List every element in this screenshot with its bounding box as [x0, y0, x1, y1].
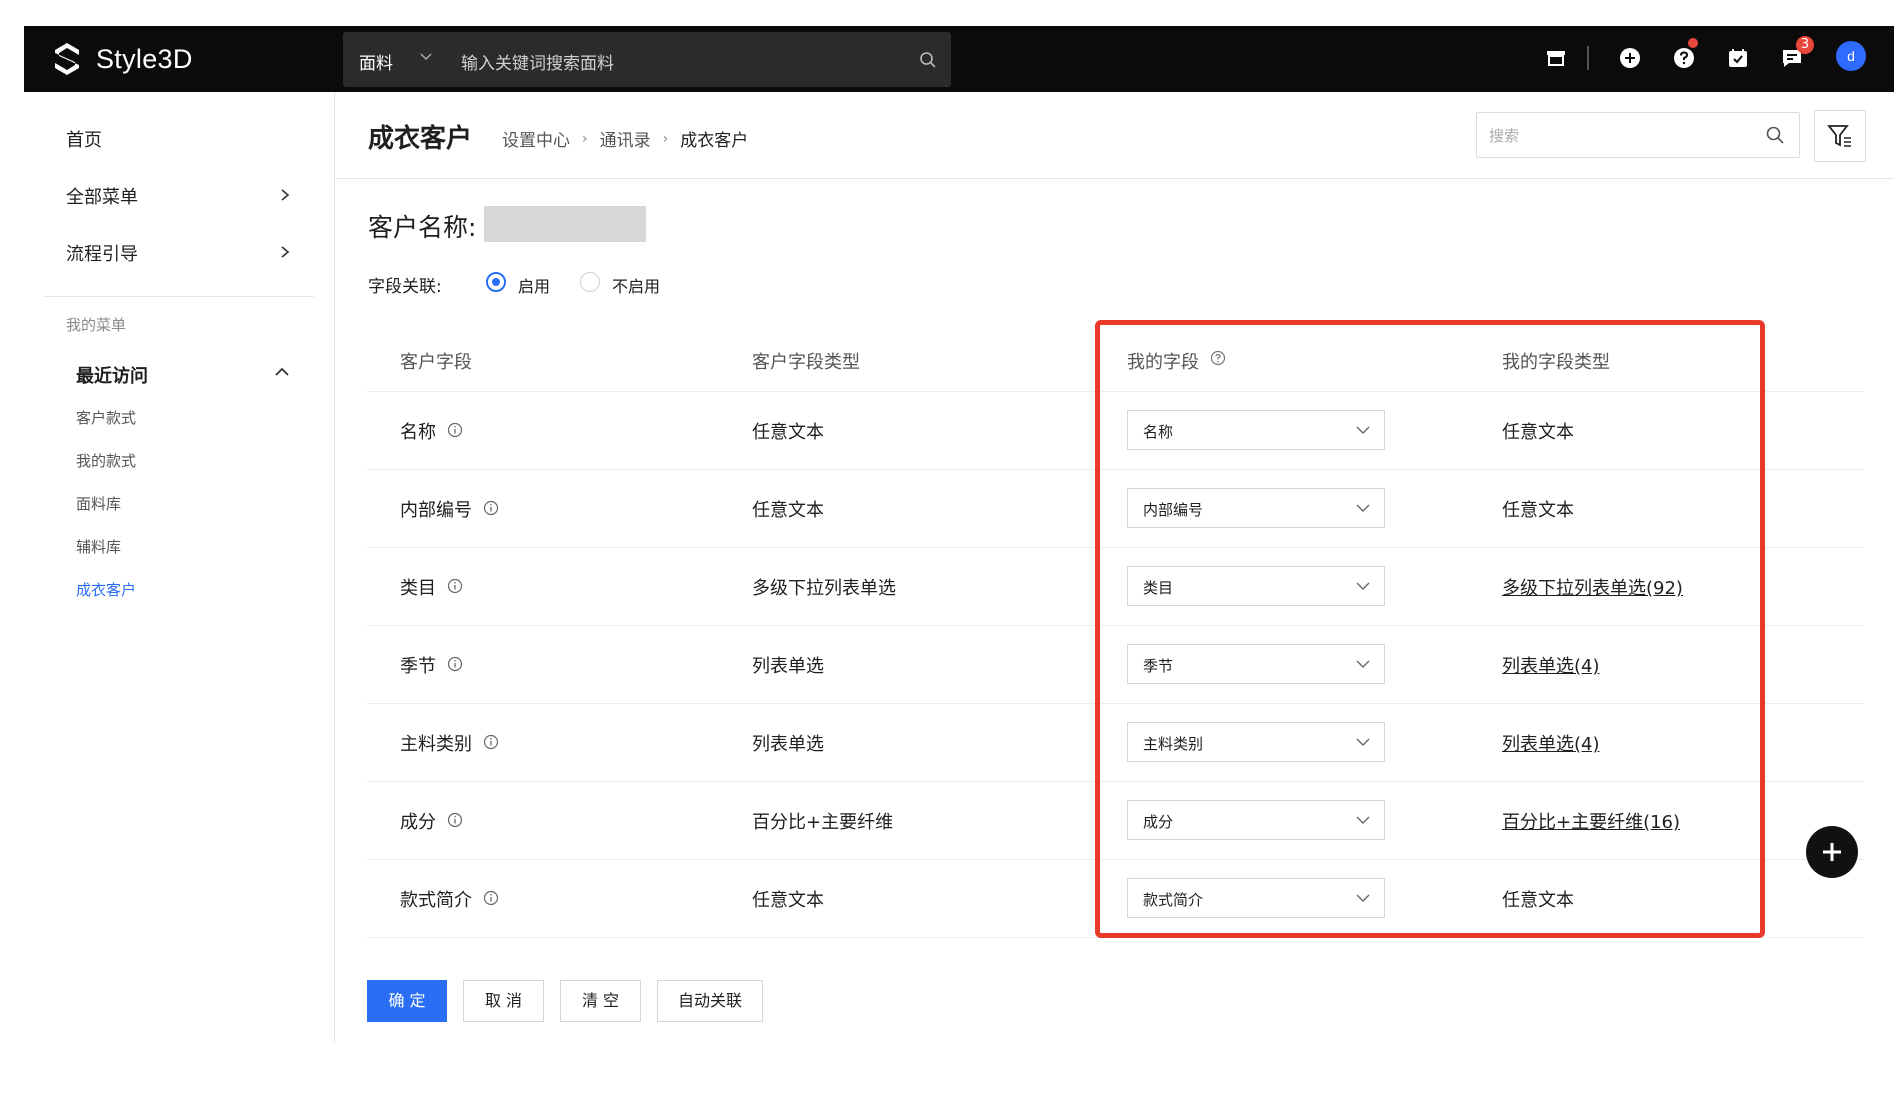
highlight-annotation-box [1095, 320, 1765, 938]
global-search[interactable]: 面料 输入关键词搜索面料 [343, 32, 951, 87]
topbar-divider [1587, 46, 1589, 70]
breadcrumb-settings[interactable]: 设置中心 [502, 126, 570, 151]
header-divider [335, 178, 1894, 179]
info-icon[interactable] [447, 812, 463, 828]
sidebar-item-all-menus[interactable]: 全部菜单 [66, 183, 138, 209]
info-icon[interactable] [483, 890, 499, 906]
search-icon[interactable] [919, 51, 937, 69]
customer-field-name: 成分 [400, 812, 436, 833]
customer-field-type: 任意文本 [752, 422, 824, 443]
column-header-customer-field: 客户字段 [400, 352, 472, 373]
info-icon[interactable] [447, 422, 463, 438]
radio-enable-label[interactable]: 启用 [518, 273, 550, 297]
top-bar: Style3D 面料 输入关键词搜索面料 3 d [24, 26, 1894, 92]
sidebar-divider [44, 296, 314, 297]
sidebar-item-garment-customers[interactable]: 成衣客户 [76, 579, 136, 600]
filter-icon [1827, 125, 1851, 147]
sidebar-item-customer-styles[interactable]: 客户款式 [76, 407, 136, 428]
search-category-select[interactable]: 面料 [359, 49, 393, 74]
chevron-up-icon[interactable] [274, 366, 290, 378]
chevron-right-icon[interactable] [279, 188, 291, 202]
customer-field-name: 主料类别 [400, 734, 472, 755]
recent-visits-group[interactable]: 最近访问 [76, 362, 148, 388]
customer-field-name: 名称 [400, 422, 436, 443]
info-icon[interactable] [447, 578, 463, 594]
sidebar-item-trim-library[interactable]: 辅料库 [76, 536, 121, 557]
brand-logo[interactable]: Style3D [52, 40, 193, 78]
page-title: 成衣客户 [368, 124, 473, 154]
column-header-customer-field-type: 客户字段类型 [752, 352, 860, 373]
info-icon[interactable] [483, 500, 499, 516]
sidebar-item-home[interactable]: 首页 [66, 126, 102, 152]
info-icon[interactable] [483, 734, 499, 750]
help-dot-badge [1688, 38, 1698, 48]
customer-field-name: 季节 [400, 656, 436, 677]
globe-icon[interactable] [1618, 46, 1642, 70]
sidebar-item-flow-guide[interactable]: 流程引导 [66, 240, 138, 266]
customer-field-type: 多级下拉列表单选 [752, 578, 896, 599]
cancel-button[interactable]: 取 消 [463, 980, 544, 1022]
chevron-right-icon[interactable] [279, 245, 291, 259]
breadcrumb-contacts[interactable]: 通讯录 [600, 126, 651, 151]
customer-field-name: 款式简介 [400, 890, 472, 911]
help-icon[interactable] [1672, 46, 1696, 70]
my-menu-section-title: 我的菜单 [66, 316, 127, 334]
confirm-button[interactable]: 确 定 [367, 980, 447, 1022]
customer-field-type: 百分比+主要纤维 [752, 812, 894, 833]
breadcrumb-separator: › [662, 130, 669, 147]
clear-button[interactable]: 清 空 [560, 980, 641, 1022]
avatar[interactable]: d [1836, 41, 1866, 71]
customer-name-redacted [484, 206, 646, 242]
field-relation-label: 字段关联: [368, 277, 442, 297]
customer-field-name: 内部编号 [400, 500, 472, 521]
filter-button[interactable] [1814, 110, 1866, 162]
sidebar: 首页 全部菜单 流程引导 我的菜单 最近访问 客户款式 我的款式 面料库 辅料库… [24, 92, 335, 1042]
search-input[interactable]: 输入关键词搜索面料 [461, 49, 614, 74]
info-icon[interactable] [447, 656, 463, 672]
task-check-icon[interactable] [1726, 46, 1750, 70]
breadcrumb-separator: › [582, 130, 588, 147]
auto-relate-button[interactable]: 自动关联 [657, 980, 763, 1022]
customer-field-type: 列表单选 [752, 734, 824, 755]
plus-icon [1823, 843, 1841, 861]
radio-disable-label[interactable]: 不启用 [612, 273, 660, 297]
sidebar-item-my-styles[interactable]: 我的款式 [76, 450, 136, 471]
add-floating-button[interactable] [1806, 826, 1858, 878]
brand-name: Style3D [96, 43, 193, 74]
style3d-logo-icon [55, 43, 79, 75]
radio-enable[interactable] [486, 272, 506, 292]
customer-field-type: 列表单选 [752, 656, 824, 677]
customer-name-label: 客户名称: [368, 213, 477, 242]
sidebar-item-fabric-library[interactable]: 面料库 [76, 493, 121, 514]
breadcrumb: 设置中心 › 通讯录 › 成衣客户 [502, 126, 749, 152]
customer-field-type: 任意文本 [752, 500, 824, 521]
radio-disable[interactable] [580, 272, 600, 292]
store-icon[interactable] [1544, 46, 1568, 70]
customer-field-name: 类目 [400, 578, 436, 599]
notification-count-badge: 3 [1796, 36, 1814, 54]
page-search-input[interactable]: 搜索 [1476, 112, 1800, 158]
customer-field-type: 任意文本 [752, 890, 824, 911]
chevron-down-icon[interactable] [419, 49, 433, 63]
page-search-placeholder: 搜索 [1489, 127, 1520, 145]
search-icon[interactable] [1765, 125, 1785, 145]
breadcrumb-current: 成衣客户 [680, 131, 749, 151]
